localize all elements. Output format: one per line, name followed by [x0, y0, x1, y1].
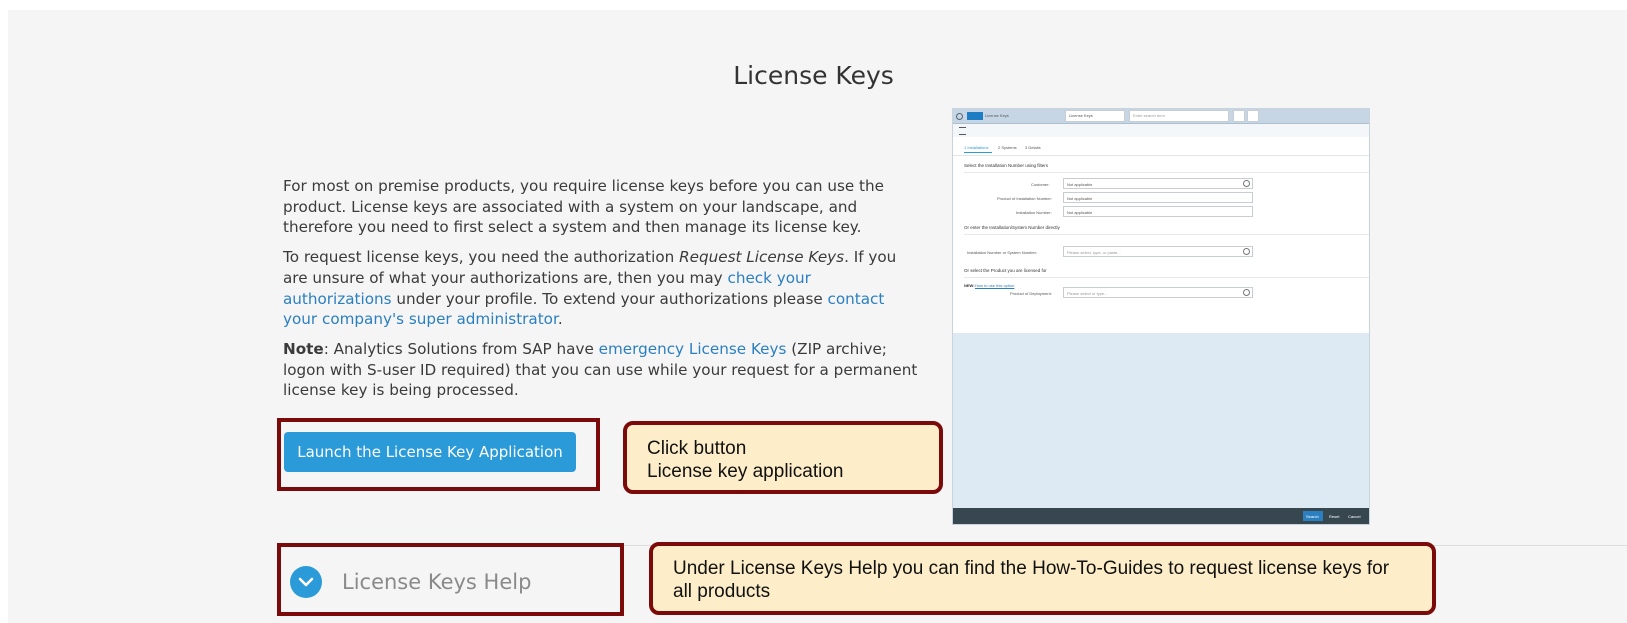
- shot-header: License Keys License Keys Enter search t…: [953, 109, 1369, 124]
- shot-section-3-rule: [964, 277, 1369, 278]
- intro-paragraph-2: To request license keys, you need the au…: [283, 247, 923, 330]
- help-highlight: [277, 543, 624, 616]
- shot-step-divider: [953, 155, 1369, 156]
- text-segment: under your profile. To extend your autho…: [391, 289, 828, 308]
- shot-product-label: Product of Deployment:: [1010, 291, 1052, 296]
- launch-callout: Click button License key application: [623, 421, 943, 494]
- page-title: License Keys: [733, 60, 894, 90]
- shot-footer: Search Reset Cancel: [953, 508, 1369, 524]
- launch-button-highlight: [277, 418, 600, 491]
- shot-section-2: Or enter the Installation/System Number …: [964, 225, 1060, 230]
- shot-field-label-3: Installation Number:: [1016, 210, 1052, 215]
- help-callout: Under License Keys Help you can find the…: [649, 542, 1436, 615]
- shot-step-underline: [964, 152, 992, 153]
- shot-new-link: How to use this option: [975, 283, 1015, 288]
- text-segment: : Analytics Solutions from SAP have: [323, 339, 599, 358]
- shot-field-value-1: Not applicable: [1067, 182, 1093, 187]
- shot-clear-icon: [1243, 289, 1250, 296]
- sap-logo: [967, 112, 983, 120]
- shot-section-1: Select the Installation Number using fil…: [964, 163, 1049, 168]
- shot-section-2-rule: [964, 234, 1369, 235]
- shot-clear-icon: [1243, 248, 1250, 255]
- text-segment: To request license keys, you need the au…: [283, 248, 680, 267]
- launch-callout-line-2: License key application: [647, 461, 844, 482]
- text-segment: .: [557, 310, 563, 329]
- shot-cancel-button: Cancel: [1348, 514, 1361, 519]
- shot-step-1: 1 Installations: [964, 145, 989, 150]
- launch-callout-line-1: Click button: [647, 438, 747, 459]
- shot-new-label: NEW:: [964, 283, 975, 288]
- help-callout-text: Under License Keys Help you can find the…: [673, 558, 1390, 602]
- note-label: Note: [283, 339, 324, 358]
- shot-field-label-1: Customer:: [1031, 182, 1050, 187]
- shot-product-placeholder: Please select or type...: [1067, 291, 1108, 296]
- shot-menu-icon: [956, 113, 963, 120]
- emergency-license-keys-link[interactable]: emergency License Keys: [599, 340, 787, 358]
- shot-dropdown-value: License Keys: [1069, 113, 1093, 118]
- shot-toolbar: [953, 124, 1369, 137]
- authorization-name: Request License Keys: [679, 248, 845, 267]
- intro-text: For most on premise products, you requir…: [283, 176, 923, 410]
- shot-field-label-2: Product of Installation Number:: [997, 196, 1052, 201]
- shot-reset-button: Reset: [1329, 514, 1340, 519]
- shot-clear-icon: [1243, 180, 1250, 187]
- app-screenshot: License Keys License Keys Enter search t…: [952, 108, 1370, 525]
- shot-field-value-2: Not applicable: [1067, 196, 1093, 201]
- shot-section-1-rule: [964, 172, 1369, 173]
- shot-step-3: 3 Details: [1025, 145, 1041, 150]
- intro-paragraph-1: For most on premise products, you requir…: [283, 177, 884, 237]
- shot-search-icon: [1233, 110, 1245, 122]
- shot-settings-icon: [1247, 110, 1259, 122]
- shot-field-value-3: Not applicable: [1067, 210, 1093, 215]
- shot-form: 1 Installations 2 Systems 3 Details Sele…: [953, 137, 1369, 333]
- shot-search-placeholder: Enter search term: [1133, 113, 1165, 118]
- shot-section-3: Or select the Product you are licensed f…: [964, 268, 1047, 273]
- shot-direct-placeholder: Please select, type, or paste...: [1067, 250, 1121, 255]
- shot-search-button-label: Search: [1306, 514, 1319, 519]
- intro-paragraph-3: Note: Analytics Solutions from SAP have …: [283, 339, 923, 401]
- hamburger-icon: [959, 127, 966, 135]
- shot-app-name: License Keys: [985, 113, 1009, 118]
- shot-step-2: 2 Systems: [998, 145, 1017, 150]
- shot-direct-label: Installation Number or System Number:: [967, 250, 1038, 255]
